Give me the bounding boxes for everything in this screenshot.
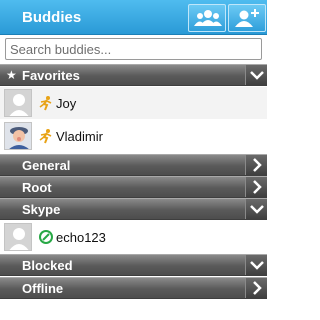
group-label: Blocked — [22, 258, 73, 273]
chevron-down-icon — [250, 71, 264, 80]
search-input[interactable] — [5, 38, 262, 60]
group-label: Offline — [22, 281, 64, 296]
add-buddy-button[interactable] — [228, 4, 266, 32]
group-blocked[interactable]: Blocked — [0, 254, 267, 276]
group-offline[interactable]: Offline — [0, 277, 267, 299]
group-root[interactable]: Root — [0, 176, 267, 198]
photo-avatar — [4, 122, 32, 150]
contact-echo123[interactable]: echo123 — [0, 221, 267, 253]
contact-name: echo123 — [56, 230, 106, 245]
contact-vladimir[interactable]: Vladimir — [0, 120, 267, 152]
group-label: Root — [22, 180, 52, 195]
chevron-down-icon — [250, 261, 264, 270]
chevron-right-icon — [253, 158, 262, 172]
search-bar — [0, 35, 267, 63]
group-general[interactable]: General — [0, 154, 267, 176]
skype-icon — [39, 230, 53, 244]
group-favorites[interactable]: ★ Favorites — [0, 64, 267, 86]
collapse-toggle[interactable] — [245, 255, 267, 275]
chevron-right-icon — [253, 281, 262, 295]
default-avatar — [4, 89, 32, 117]
expand-toggle[interactable] — [245, 278, 267, 298]
chevron-right-icon — [253, 180, 262, 194]
running-man-icon — [39, 129, 52, 144]
collapse-toggle[interactable] — [245, 65, 267, 85]
buddies-header: Buddies — [0, 0, 267, 35]
group-label: Favorites — [22, 68, 80, 83]
expand-toggle[interactable] — [245, 155, 267, 175]
group-skype[interactable]: Skype — [0, 198, 267, 220]
expand-toggle[interactable] — [245, 177, 267, 197]
default-avatar — [4, 223, 32, 251]
header-title: Buddies — [22, 9, 82, 26]
group-label: General — [22, 158, 71, 173]
contact-name: Joy — [56, 96, 77, 111]
add-buddy-icon — [235, 9, 259, 27]
chevron-down-icon — [250, 205, 264, 214]
running-man-icon — [39, 96, 52, 111]
group-icon — [194, 10, 222, 26]
contact-joy[interactable]: Joy — [0, 87, 267, 119]
group-buddies-button[interactable] — [188, 4, 226, 32]
contact-name: Vladimir — [56, 129, 103, 144]
star-icon: ★ — [6, 68, 17, 82]
collapse-toggle[interactable] — [245, 199, 267, 219]
group-label: Skype — [22, 202, 61, 217]
